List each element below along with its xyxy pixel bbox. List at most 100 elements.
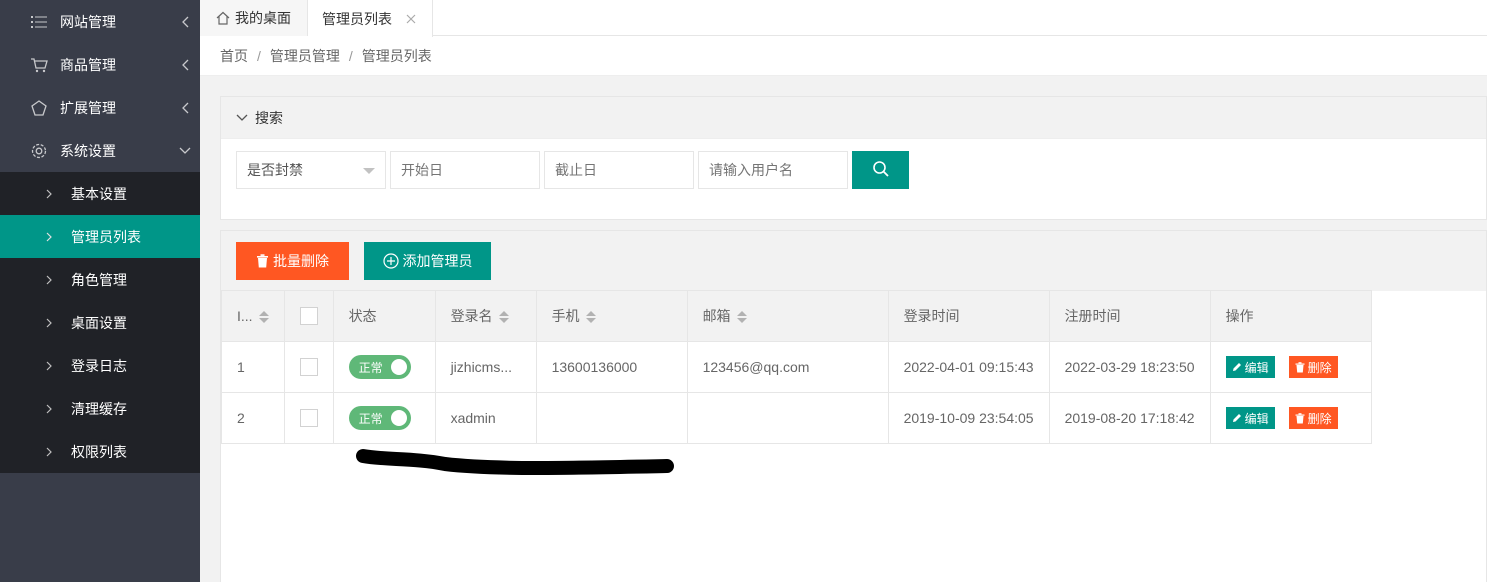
nav-label: 商品管理 — [60, 56, 116, 73]
table-row: 2 正常 xadmin 2019-10-09 23:54:05 2019-08-… — [221, 392, 1372, 444]
subnav-login-log[interactable]: 登录日志 — [0, 344, 200, 387]
delete-button[interactable]: 删除 — [1288, 407, 1338, 429]
end-date-input[interactable]: 截止日 — [544, 151, 694, 189]
nav-system-settings[interactable]: 系统设置 — [0, 129, 200, 172]
chevron-down-icon — [178, 144, 192, 158]
header-phone[interactable]: 手机 — [535, 290, 688, 342]
trash-icon — [256, 254, 269, 268]
subnav-role-management[interactable]: 角色管理 — [0, 258, 200, 301]
start-date-input[interactable]: 开始日 — [390, 151, 540, 189]
breadcrumb-current: 管理员列表 — [361, 47, 432, 64]
row-checkbox[interactable] — [299, 358, 318, 377]
chevron-down-icon — [236, 114, 248, 122]
edit-button[interactable]: 编辑 — [1225, 356, 1275, 378]
edit-button[interactable]: 编辑 — [1225, 407, 1275, 429]
close-icon[interactable] — [406, 14, 416, 24]
chevron-right-icon — [46, 318, 56, 328]
sort-icon — [585, 311, 596, 324]
chevron-right-icon — [46, 232, 56, 242]
cell-register-time: 2022-03-29 18:23:50 — [1048, 341, 1211, 393]
cell-id: 2 — [221, 392, 285, 444]
extension-icon — [30, 99, 48, 117]
header-select-all — [283, 290, 334, 342]
subnav-label: 清理缓存 — [71, 400, 127, 417]
subnav-permission-list[interactable]: 权限列表 — [0, 430, 200, 473]
cell-email: 123456@qq.com — [686, 341, 889, 393]
chevron-left-icon — [178, 58, 192, 72]
breadcrumb-separator: / — [257, 47, 261, 64]
add-admin-button[interactable]: 添加管理员 — [364, 242, 491, 280]
cell-status: 正常 — [332, 341, 436, 393]
admin-table-panel: 批量删除 添加管理员 I... 状态 登录名 手机 邮箱 登录时间 注册时间 操… — [220, 230, 1487, 582]
subnav-basic-settings[interactable]: 基本设置 — [0, 172, 200, 215]
header-phone-label: 手机 — [551, 308, 580, 324]
plus-circle-icon — [382, 253, 399, 269]
add-admin-label: 添加管理员 — [402, 253, 473, 269]
cell-login-name: xadmin — [434, 392, 537, 444]
nav-product-management[interactable]: 商品管理 — [0, 43, 200, 86]
chevron-right-icon — [46, 404, 56, 414]
breadcrumb-separator: / — [348, 47, 353, 64]
subnav-admin-list[interactable]: 管理员列表 — [0, 215, 200, 258]
subnav-label: 权限列表 — [71, 443, 127, 460]
header-email[interactable]: 邮箱 — [686, 290, 889, 342]
tab-home-label: 我的桌面 — [235, 10, 291, 26]
header-id[interactable]: I... — [221, 290, 285, 342]
breadcrumb-home[interactable]: 首页 — [220, 46, 248, 66]
tab-home[interactable]: 我的桌面 — [200, 0, 308, 36]
tab-active-label: 管理员列表 — [322, 10, 392, 27]
header-login-time: 登录时间 — [887, 290, 1050, 342]
tab-admin-list[interactable]: 管理员列表 — [308, 0, 433, 37]
cart-icon — [30, 56, 48, 74]
pencil-icon — [1232, 413, 1242, 423]
cell-login-time: 2022-04-01 09:15:43 — [887, 341, 1050, 393]
cell-actions: 编辑 删除 — [1209, 341, 1372, 393]
chevron-right-icon — [46, 189, 56, 199]
chevron-right-icon — [46, 361, 56, 371]
nav-extension-management[interactable]: 扩展管理 — [0, 86, 200, 129]
status-toggle[interactable]: 正常 — [348, 355, 411, 379]
nav-website-management[interactable]: 网站管理 — [0, 0, 200, 43]
ban-status-select[interactable]: 是否封禁 — [236, 151, 386, 189]
search-icon — [872, 160, 890, 181]
table-header-row: I... 状态 登录名 手机 邮箱 登录时间 注册时间 操作 — [221, 290, 1372, 342]
caret-down-icon — [363, 168, 375, 174]
nav-label: 系统设置 — [60, 142, 116, 159]
search-form: 是否封禁 开始日 截止日 请输入用户名 — [221, 139, 1486, 189]
search-button[interactable] — [852, 151, 909, 189]
cell-phone: 13600136000 — [535, 341, 688, 393]
header-login-name[interactable]: 登录名 — [434, 290, 537, 342]
cell-email — [686, 392, 889, 444]
subnav-desktop-settings[interactable]: 桌面设置 — [0, 301, 200, 344]
home-icon — [216, 11, 230, 25]
delete-label: 删除 — [1307, 360, 1332, 375]
batch-delete-button[interactable]: 批量删除 — [236, 242, 349, 280]
header-login-name-label: 登录名 — [450, 308, 493, 324]
tab-bar: 我的桌面 管理员列表 — [200, 0, 1487, 37]
status-toggle[interactable]: 正常 — [348, 406, 411, 430]
header-actions: 操作 — [1209, 290, 1372, 342]
sidebar: 网站管理 商品管理 扩展管理 系统设置 基本设置 管理员列表 角色管理 桌面设置… — [0, 0, 200, 582]
row-checkbox[interactable] — [299, 409, 318, 428]
subnav-clear-cache[interactable]: 清理缓存 — [0, 387, 200, 430]
admin-table: I... 状态 登录名 手机 邮箱 登录时间 注册时间 操作 1 正常 jizh… — [221, 290, 1372, 444]
username-input[interactable]: 请输入用户名 — [698, 151, 848, 189]
list-icon — [30, 13, 48, 31]
trash-icon — [1295, 412, 1305, 424]
breadcrumb-admin-management[interactable]: 管理员管理 — [270, 46, 340, 66]
breadcrumb: 首页 / 管理员管理 / 管理员列表 — [200, 36, 1487, 76]
select-all-checkbox[interactable] — [299, 307, 318, 326]
sort-icon — [736, 311, 747, 324]
subnav-label: 角色管理 — [71, 271, 127, 288]
sort-icon — [258, 311, 269, 324]
table-row: 1 正常 jizhicms... 13600136000 123456@qq.c… — [221, 341, 1372, 393]
delete-button[interactable]: 删除 — [1288, 356, 1338, 378]
trash-icon — [1295, 361, 1305, 373]
search-panel-header[interactable]: 搜索 — [221, 97, 1486, 139]
system-settings-submenu: 基本设置 管理员列表 角色管理 桌面设置 登录日志 清理缓存 权限列表 — [0, 172, 200, 473]
toggle-knob — [390, 359, 407, 375]
cell-status: 正常 — [332, 392, 436, 444]
header-register-time: 注册时间 — [1048, 290, 1211, 342]
header-email-label: 邮箱 — [702, 308, 731, 324]
toggle-knob — [390, 410, 407, 426]
